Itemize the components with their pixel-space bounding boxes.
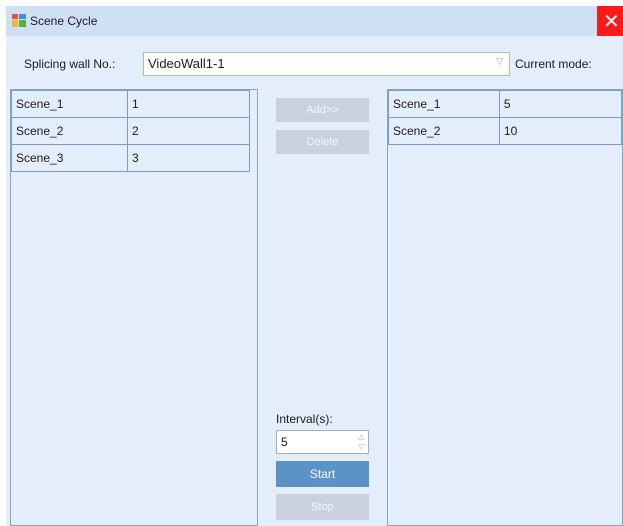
add-button[interactable]: Add>> [276, 98, 369, 122]
interval-value: 5 [281, 435, 288, 449]
interval-label: Interval(s): [276, 412, 333, 426]
scene-id-cell[interactable]: 1 [127, 90, 250, 118]
available-scenes-panel[interactable]: Scene_1 1 Scene_2 2 Scene_3 3 [10, 89, 258, 526]
cycle-scenes-panel[interactable]: Scene_1 5 Scene_2 10 [387, 89, 623, 526]
scene-duration-cell[interactable]: 10 [498, 117, 623, 145]
table-row[interactable]: Scene_1 5 [388, 90, 623, 118]
title-bar: Scene Cycle ✕ [6, 6, 623, 36]
scene-name-cell[interactable]: Scene_1 [388, 90, 500, 118]
interval-stepper[interactable]: 5 △ ▽ [276, 430, 369, 454]
scene-name-cell[interactable]: Scene_1 [11, 90, 128, 118]
increment-icon[interactable]: △ [359, 433, 364, 441]
window-title: Scene Cycle [30, 14, 98, 28]
scene-cycle-window: Scene Cycle ✕ Splicing wall No.: VideoWa… [6, 6, 623, 526]
close-button[interactable]: ✕ [597, 6, 623, 36]
scene-name-cell[interactable]: Scene_2 [388, 117, 500, 145]
table-row[interactable]: Scene_2 2 [11, 117, 250, 145]
start-button[interactable]: Start [276, 461, 369, 487]
cycle-scenes-table: Scene_1 5 Scene_2 10 [388, 90, 623, 145]
available-scenes-table: Scene_1 1 Scene_2 2 Scene_3 3 [11, 90, 250, 172]
splicing-wall-value: VideoWall1-1 [148, 56, 225, 71]
scene-duration-cell[interactable]: 5 [498, 90, 623, 118]
stop-button[interactable]: Stop [276, 494, 369, 520]
splicing-wall-label: Splicing wall No.: [24, 57, 116, 71]
decrement-icon[interactable]: ▽ [359, 443, 364, 451]
chevron-down-icon[interactable]: ▽ [496, 57, 503, 67]
delete-button[interactable]: Delete [276, 130, 369, 154]
app-icon [12, 14, 26, 27]
splicing-wall-select[interactable]: VideoWall1-1 ▽ [143, 52, 510, 76]
close-icon: ✕ [603, 9, 620, 33]
current-mode-label: Current mode: [515, 57, 592, 71]
scene-name-cell[interactable]: Scene_3 [11, 144, 128, 172]
scene-id-cell[interactable]: 2 [127, 117, 250, 145]
scene-id-cell[interactable]: 3 [127, 144, 250, 172]
table-row[interactable]: Scene_2 10 [388, 117, 623, 145]
table-row[interactable]: Scene_3 3 [11, 144, 250, 172]
scene-name-cell[interactable]: Scene_2 [11, 117, 128, 145]
table-row[interactable]: Scene_1 1 [11, 90, 250, 118]
